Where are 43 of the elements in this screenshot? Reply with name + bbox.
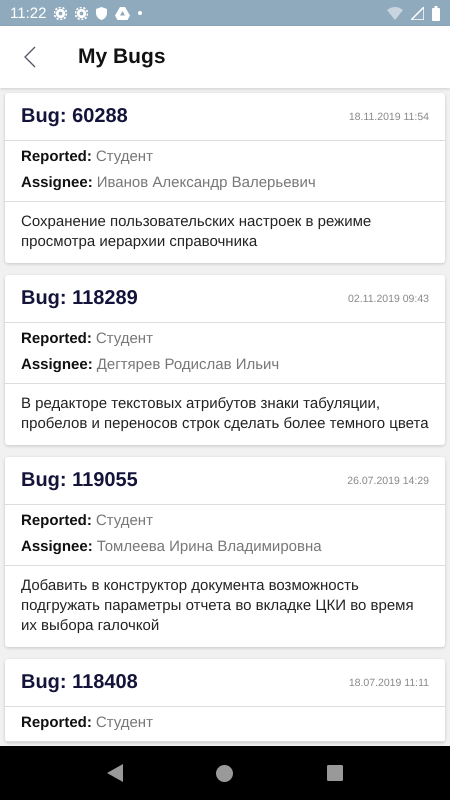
drive-icon bbox=[115, 6, 130, 20]
signal-icon bbox=[411, 6, 424, 20]
bug-description: Сохранение пользовательских настроек в режиме просмотра иерархии справочника bbox=[20, 212, 372, 252]
shield-icon bbox=[96, 6, 108, 20]
bug-date: 02.11.2019 09:43 bbox=[348, 292, 429, 304]
reporter-name: Студент bbox=[96, 147, 153, 167]
bug-description: Добавить в конструктор документа возможность подгружать параметры отчета во вкладке ЦКИ во время их выбора галочкой bbox=[20, 576, 415, 636]
bug-date: 18.07.2019 11:11 bbox=[348, 676, 429, 688]
reporter-name: Студент bbox=[96, 329, 153, 349]
field-label: Reported: bbox=[21, 511, 92, 531]
recents-icon[interactable] bbox=[327, 765, 344, 781]
clock: 11:22 bbox=[10, 4, 46, 22]
reporter-name: Студент bbox=[96, 511, 153, 531]
bug-title: Bug: 118408 bbox=[21, 671, 138, 694]
assignee-name: Дегтярев Родислав Ильич bbox=[96, 355, 280, 375]
field-label: Assignee: bbox=[21, 173, 93, 193]
reporter-name: Студент bbox=[96, 713, 153, 733]
battery-icon bbox=[432, 6, 440, 20]
field-label: Reported: bbox=[21, 329, 92, 349]
assignee-name: Томлеева Ирина Владимировна bbox=[96, 537, 322, 557]
bug-date: 18.11.2019 11:54 bbox=[348, 110, 429, 122]
gear-icon bbox=[54, 6, 68, 20]
bug-title: Bug: 118289 bbox=[21, 287, 138, 310]
assignee-name: Иванов Александр Валерьевич bbox=[96, 173, 316, 193]
home-icon[interactable] bbox=[216, 764, 234, 782]
bug-title: Bug: 60288 bbox=[21, 105, 128, 128]
bug-card[interactable]: Bug: 118408 18.07.2019 11:11 Reported: Студент bbox=[5, 659, 445, 742]
bug-card[interactable]: Bug: 60288 18.11.2019 11:54 Reported: Студент Assignee: Иванов Александр Валерьевич Сохранение пользовательских настроек в режиме просмотра иерархии справочника bbox=[5, 93, 445, 263]
back-icon[interactable] bbox=[106, 764, 123, 782]
page-title: My Bugs bbox=[78, 45, 166, 69]
dot-icon bbox=[138, 11, 142, 15]
field-label: Reported: bbox=[21, 713, 92, 733]
wifi-icon bbox=[387, 6, 403, 20]
field-label: Assignee: bbox=[21, 537, 93, 557]
bug-card[interactable]: Bug: 119055 26.07.2019 14:29 Reported: Студент Assignee: Томлеева Ирина Владимировна Добавить в конструктор документа возможность подгружать параметры отчета во вкладке ЦКИ во время их выбора галочкой bbox=[5, 457, 445, 647]
gear-icon bbox=[75, 6, 88, 20]
bug-date: 26.07.2019 14:29 bbox=[347, 474, 429, 486]
field-label: Assignee: bbox=[21, 355, 93, 375]
bug-card[interactable]: Bug: 118289 02.11.2019 09:43 Reported: Студент Assignee: Дегтярев Родислав Ильич В редакторе текстовых атрибутов знаки табуляции, пробелов и переносов строк сделать более темного цвета bbox=[5, 275, 445, 445]
back-icon[interactable] bbox=[22, 45, 38, 69]
field-label: Reported: bbox=[21, 147, 92, 167]
bug-description: В редакторе текстовых атрибутов знаки табуляции, пробелов и переносов строк сделать более темного цвета bbox=[20, 394, 430, 434]
bug-title: Bug: 119055 bbox=[21, 469, 138, 492]
